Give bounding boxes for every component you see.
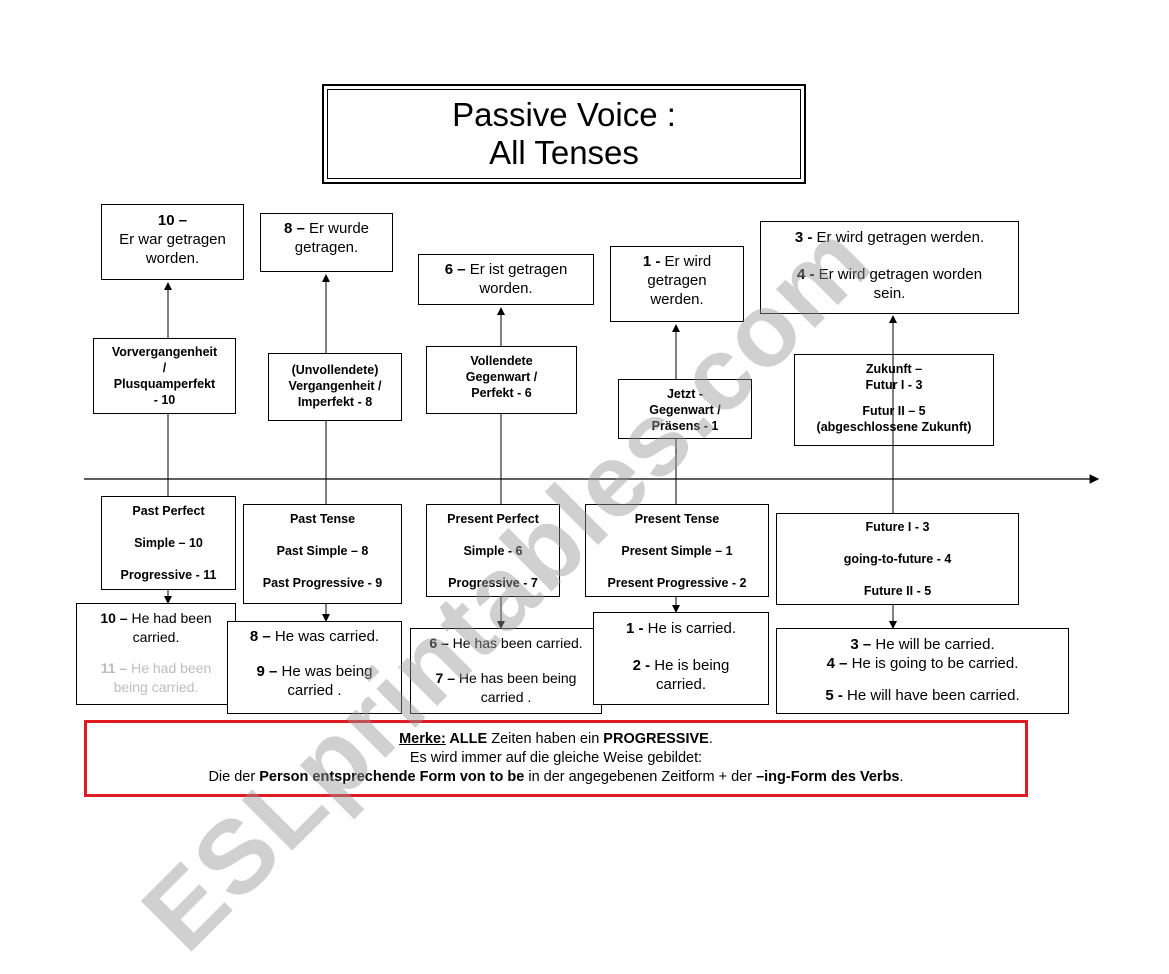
english-tense-present: Present Tense Present Simple – 1 Present… [585,504,769,597]
note-box: Merke: ALLE Zeiten haben ein PROGRESSIVE… [84,720,1028,797]
german-example-past: 8 – Er wurde getragen. [260,213,393,272]
english-tense-present-perfect: Present Perfect Simple - 6 Progressive -… [426,504,560,597]
german-tense-present-perfect: Vollendete Gegenwart / Perfekt - 6 [426,346,577,414]
english-tense-future: Future I - 3 going-to-future - 4 Future … [776,513,1019,605]
title-box: Passive Voice : All Tenses [322,84,806,184]
note-line-2: Es wird immer auf die gleiche Weise gebi… [409,750,703,766]
english-example-present-perfect: 6 – He has been carried. 7 – He has been… [410,628,602,714]
german-example-present: 1 - Er wird getragen werden. [610,246,744,322]
english-example-future: 3 – He will be carried. 4 – He is going … [776,628,1069,714]
note-line-1: Merke: ALLE Zeiten haben ein PROGRESSIVE… [399,731,713,747]
german-tense-past: (Unvollendete) Vergangenheit / Imperfekt… [268,353,402,421]
german-tense-future: Zukunft – Futur I - 3 Futur II – 5 (abge… [794,354,994,446]
german-example-present-perfect: 6 – Er ist getragen worden. [418,254,594,305]
note-line-3: Die der Person entsprechende Form von to… [208,769,904,785]
title-line-1: Passive Voice : [452,96,676,133]
german-tense-past-perfect: Vorvergangenheit / Plusquamperfekt - 10 [93,338,236,414]
german-example-future: 3 - Er wird getragen werden. 4 - Er wird… [760,221,1019,314]
english-example-past-perfect: 10 – He had been carried. 11 – He had be… [76,603,236,705]
english-example-present: 1 - He is carried. 2 - He is being carri… [593,612,769,705]
german-example-past-perfect: 10 – Er war getragen worden. [101,204,244,280]
english-tense-past: Past Tense Past Simple – 8 Past Progress… [243,504,402,604]
english-example-past: 8 – He was carried. 9 – He was being car… [227,621,402,714]
english-tense-past-perfect: Past Perfect Simple – 10 Progressive - 1… [101,496,236,590]
german-tense-present: Jetzt - Gegenwart / Präsens - 1 [618,379,752,439]
title-line-2: All Tenses [489,134,639,171]
